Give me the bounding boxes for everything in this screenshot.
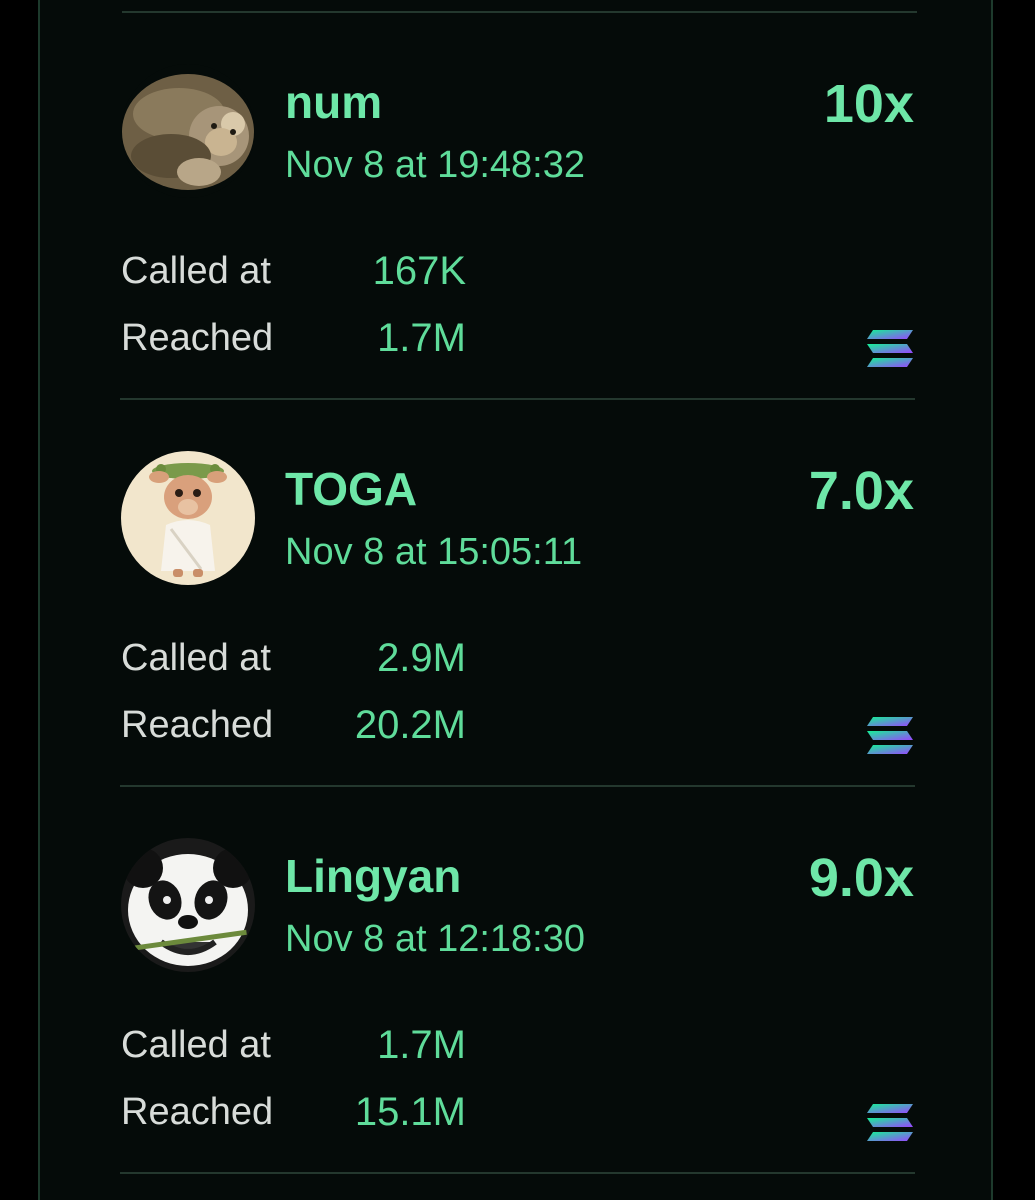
solana-icon xyxy=(865,715,915,757)
call-time: Nov 8 at 15:05:11 xyxy=(285,531,583,573)
token-name[interactable]: num xyxy=(285,74,382,130)
call-card-lingyan[interactable]: Lingyan Nov 8 at 12:18:30 9.0x Called at… xyxy=(0,786,1035,1172)
token-name[interactable]: TOGA xyxy=(285,461,417,517)
solana-icon xyxy=(865,1102,915,1144)
called-at-value: 167K xyxy=(372,249,466,293)
call-time: Nov 8 at 12:18:30 xyxy=(285,918,585,960)
hamster-avatar xyxy=(121,64,255,198)
called-at-value: 1.7M xyxy=(377,1023,466,1067)
reached-label: Reached xyxy=(121,1091,274,1133)
called-at-value: 2.9M xyxy=(377,636,466,680)
divider xyxy=(120,1172,915,1174)
multiplier: 10x xyxy=(823,74,914,134)
reached-value: 1.7M xyxy=(377,316,466,360)
solana-icon xyxy=(865,328,915,370)
called-at-label: Called at xyxy=(121,250,271,292)
called-at-label: Called at xyxy=(121,1024,271,1066)
toga-llama-avatar xyxy=(121,451,255,585)
called-at-label: Called at xyxy=(121,637,271,679)
reached-label: Reached xyxy=(121,317,274,359)
reached-label: Reached xyxy=(121,704,274,746)
call-time: Nov 8 at 19:48:32 xyxy=(285,144,585,186)
multiplier: 7.0x xyxy=(808,461,914,521)
call-card-toga[interactable]: TOGA Nov 8 at 15:05:11 7.0x Called at 2.… xyxy=(0,399,1035,785)
panda-avatar xyxy=(121,838,255,972)
multiplier: 9.0x xyxy=(808,848,914,908)
reached-value: 20.2M xyxy=(354,703,466,747)
token-name[interactable]: Lingyan xyxy=(285,848,461,904)
call-card-num[interactable]: num Nov 8 at 19:48:32 10x Called at 167K… xyxy=(0,12,1035,398)
reached-value: 15.1M xyxy=(354,1090,466,1134)
